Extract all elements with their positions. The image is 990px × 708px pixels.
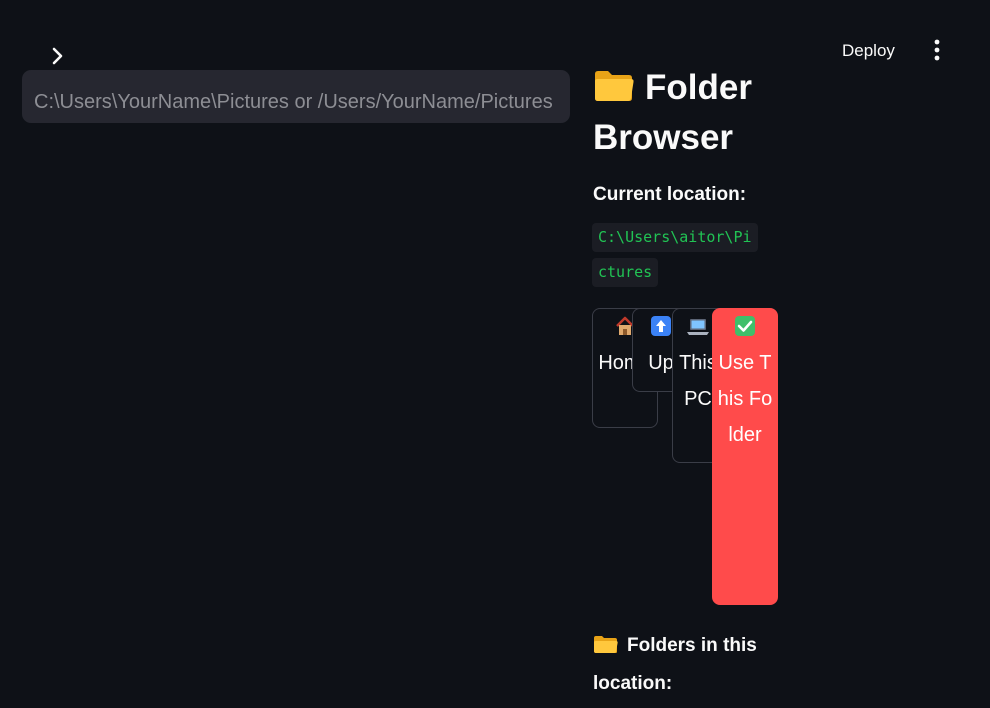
page-title: Folder Browser (593, 64, 783, 161)
deploy-button[interactable]: Deploy (830, 36, 907, 66)
folder-path-input[interactable] (22, 70, 570, 123)
use-this-folder-button-label: Use This Folder (717, 352, 773, 446)
current-path-text: C:\Users\aitor\Pictures (592, 223, 758, 287)
folder-icon (593, 631, 619, 666)
folders-heading: Folders in this location: (593, 628, 783, 701)
app-page: Deploy Folder Browser Current location: … (0, 0, 990, 708)
vertical-dots-icon (934, 39, 940, 61)
check-mark-icon (713, 315, 777, 345)
folder-icon (593, 67, 635, 114)
current-path-code: C:\Users\aitor\Pictures (592, 220, 760, 290)
main-menu-button[interactable] (922, 34, 952, 66)
sidebar-toggle-button[interactable] (40, 38, 76, 74)
chevron-right-icon (52, 47, 63, 65)
use-this-folder-button[interactable]: Use This Folder (712, 308, 778, 605)
current-location-label: Current location: (593, 184, 747, 205)
